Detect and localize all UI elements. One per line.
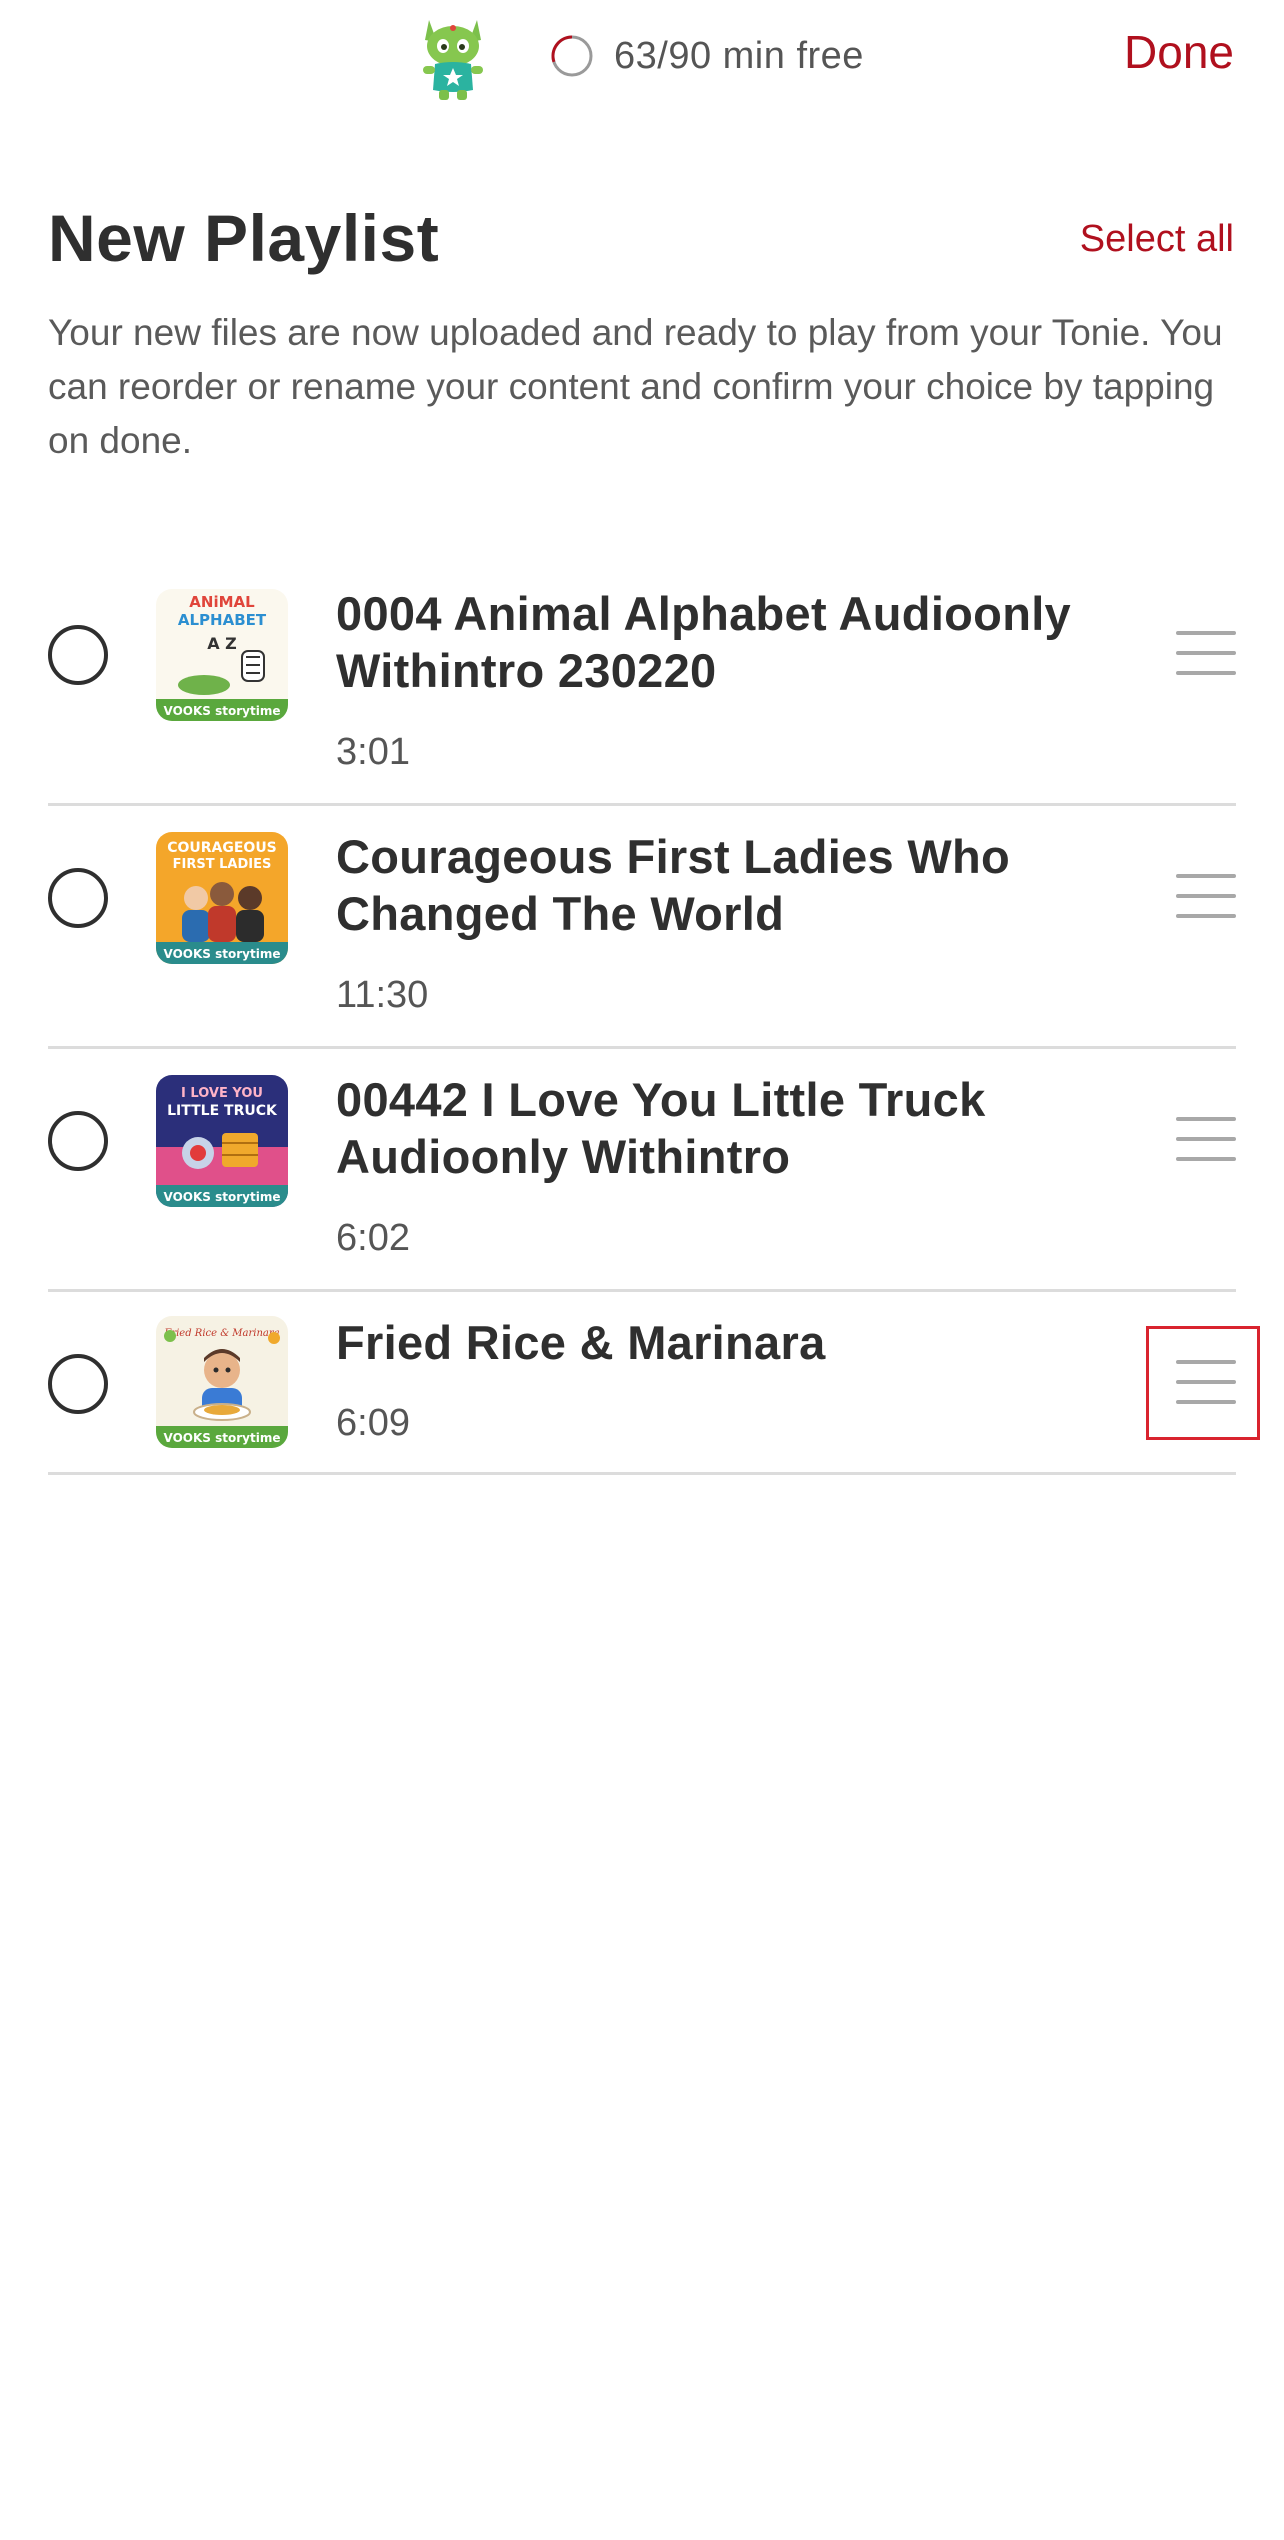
- cover-brand: VOOKS storytime: [164, 947, 281, 961]
- playlist-description: Your new files are now uploaded and read…: [48, 312, 1223, 461]
- track-cover-image: Fried Rice & Marinara VOOKS storytime: [156, 1316, 288, 1448]
- cover-text-mid: LITTLE TRUCK: [167, 1103, 278, 1119]
- reorder-handle-icon[interactable]: [1176, 1117, 1236, 1163]
- cover-text-small: A Z: [207, 634, 237, 653]
- track-row[interactable]: ANiMAL ALPHABET A Z VOOKS storytime 0004…: [48, 563, 1236, 806]
- track-select-checkbox[interactable]: [48, 1354, 108, 1414]
- track-row[interactable]: COURAGEOUS FIRST LADIES VOOKS storytime …: [48, 806, 1236, 1049]
- track-title: Courageous First Ladies Who Changed The …: [336, 830, 1010, 940]
- cover-text-top: Fried Rice & Marinara: [163, 1328, 279, 1339]
- capacity-ring-icon: [551, 35, 593, 77]
- cover-brand: VOOKS storytime: [164, 1431, 281, 1445]
- done-button[interactable]: Done: [1124, 25, 1234, 79]
- cover-text-mid: FIRST LADIES: [173, 857, 272, 872]
- track-duration: 11:30: [336, 974, 429, 1016]
- track-list: ANiMAL ALPHABET A Z VOOKS storytime 0004…: [48, 563, 1236, 1475]
- capacity-text: 63/90 min free: [614, 34, 864, 77]
- track-title: Fried Rice & Marinara: [336, 1316, 826, 1369]
- track-cover-image: I LOVE YOU LITTLE TRUCK VOOKS storytime: [156, 1075, 288, 1207]
- page-title: New Playlist: [48, 201, 440, 275]
- top-bar: 63/90 min free Done: [0, 0, 1284, 120]
- tonie-figure-icon: [415, 10, 491, 102]
- track-duration: 3:01: [336, 731, 410, 773]
- track-title: 0004 Animal Alphabet Audioonly Withintro…: [336, 587, 1071, 697]
- cover-text-mid: ALPHABET: [178, 611, 267, 629]
- capacity-indicator: 63/90 min free: [550, 28, 864, 84]
- reorder-handle-icon[interactable]: [1176, 1360, 1236, 1406]
- select-all-button[interactable]: Select all: [1080, 218, 1234, 261]
- track-row[interactable]: I LOVE YOU LITTLE TRUCK VOOKS storytime …: [48, 1049, 1236, 1292]
- track-title: 00442 I Love You Little Truck Audioonly …: [336, 1073, 986, 1183]
- cover-text-top: COURAGEOUS: [167, 840, 277, 856]
- track-select-checkbox[interactable]: [48, 1111, 108, 1171]
- track-select-checkbox[interactable]: [48, 625, 108, 685]
- track-duration: 6:02: [336, 1217, 410, 1259]
- cover-text-top: I LOVE YOU: [181, 1086, 263, 1101]
- cover-brand: VOOKS storytime: [164, 704, 281, 718]
- track-duration: 6:09: [336, 1402, 410, 1444]
- reorder-handle-icon[interactable]: [1176, 631, 1236, 677]
- track-select-checkbox[interactable]: [48, 868, 108, 928]
- track-cover-image: COURAGEOUS FIRST LADIES VOOKS storytime: [156, 832, 288, 964]
- track-row[interactable]: Fried Rice & Marinara VOOKS storytime Fr…: [48, 1292, 1236, 1475]
- cover-brand: VOOKS storytime: [164, 1190, 281, 1204]
- cover-text-top: ANiMAL: [189, 593, 255, 611]
- reorder-handle-icon[interactable]: [1176, 874, 1236, 920]
- track-cover-image: ANiMAL ALPHABET A Z VOOKS storytime: [156, 589, 288, 721]
